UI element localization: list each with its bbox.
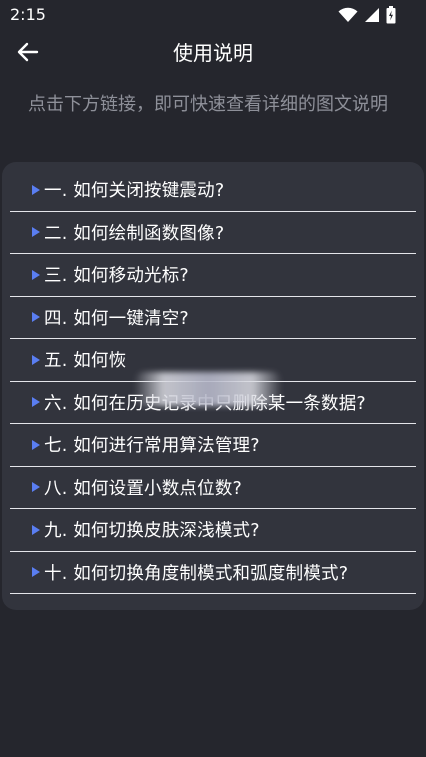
status-icons [338,6,396,24]
help-link-label: 八. 如何设置小数点位数? [44,478,243,499]
help-link-label: 一. 如何关闭按键震动? [44,181,225,202]
triangle-right-icon [32,354,40,365]
triangle-right-icon [32,312,40,323]
help-link-label: 五. 如何恢 [44,351,127,372]
triangle-right-icon [32,269,40,280]
help-link-label: 三. 如何移动光标? [44,266,189,287]
help-link-8[interactable]: 八. 如何设置小数点位数? [10,467,416,509]
page-title: 使用说明 [173,41,253,65]
triangle-right-icon [32,397,40,408]
redaction-overlay [134,372,282,406]
help-link-7[interactable]: 七. 如何进行常用算法管理? [10,424,416,467]
help-link-2[interactable]: 二. 如何绘制函数图像? [10,212,416,254]
help-link-9[interactable]: 九. 如何切换皮肤深浅模式? [10,509,416,552]
triangle-right-icon [32,227,40,238]
triangle-right-icon [32,184,40,195]
status-bar: 2:15 [0,0,426,30]
help-link-label: 七. 如何进行常用算法管理? [44,436,260,457]
help-link-label: 二. 如何绘制函数图像? [44,223,225,244]
app-bar: 使用说明 [0,30,426,78]
help-link-label: 十. 如何切换角度制模式和弧度制模式? [44,563,349,584]
cellular-signal-icon [364,7,380,23]
status-time: 2:15 [10,5,46,24]
help-link-1[interactable]: 一. 如何关闭按键震动? [10,169,416,212]
triangle-right-icon [32,439,40,450]
help-link-label: 四. 如何一键清空? [44,308,189,329]
battery-icon [386,6,396,24]
wifi-icon [338,7,358,23]
triangle-right-icon [32,567,40,578]
triangle-right-icon [32,482,40,493]
help-link-3[interactable]: 三. 如何移动光标? [10,254,416,297]
triangle-right-icon [32,524,40,535]
help-link-4[interactable]: 四. 如何一键清空? [10,297,416,339]
intro-text: 点击下方链接，即可快速查看详细的图文说明 [28,94,388,115]
help-link-10[interactable]: 十. 如何切换角度制模式和弧度制模式? [10,552,416,594]
help-link-label: 九. 如何切换皮肤深浅模式? [44,521,260,542]
